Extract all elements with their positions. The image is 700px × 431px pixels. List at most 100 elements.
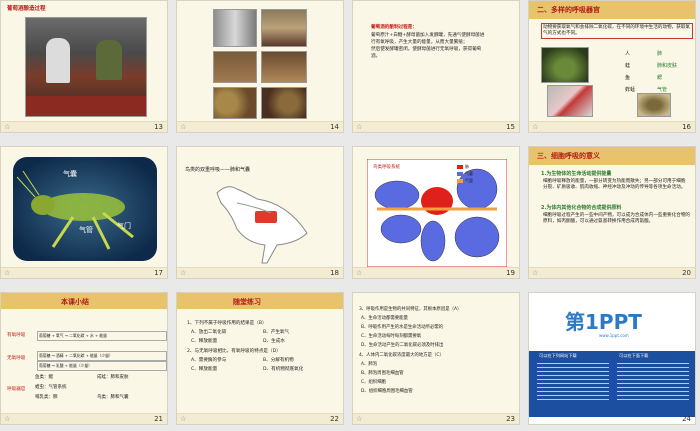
winery-photo-3 [213,51,257,83]
slide-number: 21 [154,415,163,423]
slide-number: 24 [682,415,691,423]
question-3: 3、呼吸作用是生物的共同特征，其根本原因是（A） [359,307,462,312]
option-2c: C、释放能量 [191,367,218,372]
text-line: 行有氧呼吸，产生大量的能量，从而大量繁殖； [371,40,468,45]
winery-photo-5 [213,87,257,119]
slide-number: 20 [682,269,691,277]
organ-name-4: 气管 [657,87,668,93]
slide-thumbnail-18[interactable]: 鸟类的双重呼吸——肺和气囊 ☆ 18 [176,146,344,279]
equation-anaerobic-2: 葡萄糖 → 乳酸 + 能量（少量） [37,361,167,372]
equation-aerobic: 葡萄糖 + 氧气 → 二氧化碳 + 水 + 能量 [37,331,167,342]
slide-star-icon: ☆ [180,269,187,277]
label-trachea: 气管 [79,226,93,234]
logo-url: www.1ppt.com [599,333,629,338]
legend-lung: 肺 [465,164,469,169]
organ-locust: 蝗虫：气管系统 [35,385,67,390]
slide-thumbnail-14[interactable]: ☆ 14 [176,0,344,133]
slide-title: 葡萄酒的酿制过程是： [371,25,417,30]
organ-mammal: 哺乳类：肺 [35,395,58,400]
option-3b: B、呼吸作用产生的水是生命活动所必需的 [361,325,444,330]
slide-star-icon: ☆ [356,269,363,277]
organ-animal-2: 蛙 [625,63,631,69]
slide-header-bar: 本课小结 [1,293,167,309]
organ-animal-3: 鱼 [625,75,631,81]
organ-animal-1: 人 [625,51,631,57]
slide-header-bar: 三、细胞呼吸的意义 [529,147,695,165]
slide-thumbnail-17[interactable]: 气囊 气管 气门 ☆ 17 [0,146,168,279]
slide-thumbnail-23[interactable]: 3、呼吸作用是生物的共同特征，其根本原因是（A） A、生命活动都需要能量 B、呼… [352,292,520,425]
slide-title: 随堂练习 [233,298,261,306]
summary-row-label-1: 有氧呼吸 [7,333,26,338]
slide-star-icon: ☆ [180,415,187,423]
slide-number: 14 [330,123,339,131]
slide-number: 13 [154,123,163,131]
intro-text: 动物要获取氧气和会排除二氧化碳，在不同的环境中生活的动物，获取氧气的方式也不同。 [541,23,693,40]
slide-number: 15 [506,123,515,131]
summary-row-label-3: 呼吸器官 [7,387,26,392]
slide-sorter-grid: 葡萄酒酿造过程 ☆ 13 ☆ 14 葡萄酒的酿制过程是： 葡萄原汁+白糖+酵母菌… [0,0,700,431]
slide-title: 葡萄酒酿造过程 [7,6,46,12]
question-2: 2、与无氧呼吸相比，有氧呼吸的特点是（D） [187,349,281,354]
slide-star-icon: ☆ [532,123,539,131]
winery-photo-2 [261,9,307,47]
text-line: 然后使发酵罐密闭，使酵母菌进行无氧呼吸，获得葡萄 [371,47,482,52]
slide-title: 三、细胞呼吸的意义 [537,152,600,160]
option-4c: C、组织细胞 [361,380,387,385]
slide-header-bar: 二、多样的呼吸器官 [529,1,695,19]
slide-thumbnail-19[interactable]: 鸟类呼吸系统 肺 气囊 气管 ☆ 19 [352,146,520,279]
label-air-sac: 气囊 [63,170,77,178]
question-4: 4、人体内二氧化碳浓度最大的地方是（C） [359,353,444,358]
bird-respiratory-diagram [367,159,507,267]
slide-thumbnail-24[interactable]: 第1PPT www.1ppt.com 可以在下列网站下载 可以在下面下载 24 [528,292,696,425]
text-line: 葡萄原汁+白糖+酵母菌加入发酵罐，先通气使酵母菌进 [371,33,485,38]
logo-text: 第1PPT [565,310,642,334]
organ-animal-4: 蚱蜢 [625,87,636,93]
section-paragraph-2: 细胞呼吸过程产生的一些中间产物，可以成为合成体内一些重要化合物的原料，如丙酮酸，… [543,213,691,225]
option-4d: D、组织细胞周围毛细血管 [361,389,413,394]
grasshopper-icon [16,170,134,250]
organ-bird: 鸟类：肺和气囊 [97,395,129,400]
slide-star-icon: ☆ [180,123,187,131]
banner-col2-title: 可以在下面下载 [619,353,649,358]
organ-name-2: 肺和皮肤 [657,63,678,69]
slide-number: 18 [330,269,339,277]
grasshopper-diagram [13,157,157,261]
summary-row-label-2: 无氧呼吸 [7,356,26,361]
option-2b: B、分解有机物 [263,358,294,363]
option-2a: A、需要酶的参与 [191,358,227,363]
banner-col1-title: 可以在下列网站下载 [539,353,577,358]
slide-number: 16 [682,123,691,131]
slide-thumbnail-13[interactable]: 葡萄酒酿造过程 ☆ 13 [0,0,168,133]
slide-star-icon: ☆ [4,269,11,277]
frog-photo [541,47,589,83]
slide-thumbnail-15[interactable]: 葡萄酒的酿制过程是： 葡萄原汁+白糖+酵母菌加入发酵罐，先通气使酵母菌进 行有氧… [352,0,520,133]
question-1: 1、下列不属于呼吸作用的结果是（B） [187,321,267,326]
text-line: 酒。 [371,54,381,59]
option-3d: D、生命活动产生的二氧化碳必须及时排出 [361,343,444,348]
slide-number: 17 [154,269,163,277]
slide-thumbnail-16[interactable]: 二、多样的呼吸器官 动物要获取氧气和会排除二氧化碳，在不同的环境中生活的动物，获… [528,0,696,133]
organ-fish: 鱼类：鳃 [35,375,53,380]
slide-header-bar: 随堂练习 [177,293,343,309]
option-1b: B、产生氧气 [263,330,290,335]
pigeon-diagram [216,186,308,264]
slide-thumbnail-22[interactable]: 随堂练习 1、下列不属于呼吸作用的结果是（B） A、放出二氧化碳 B、产生氧气 … [176,292,344,425]
winery-photo-1 [213,9,257,47]
slide-title: 二、多样的呼吸器官 [537,6,600,14]
grasshopper-photo [637,93,671,117]
slide-number: 19 [506,269,515,277]
label-spiracle: 气门 [117,222,131,230]
diagram-title: 鸟类呼吸系统 [373,165,400,170]
organ-frog: 成蛙：肺和皮肤 [97,375,129,380]
legend-air-sac: 气囊 [465,171,473,176]
slide-star-icon: ☆ [4,415,11,423]
slide-number: 22 [330,415,339,423]
slide-star-icon: ☆ [4,123,11,131]
slide-thumbnail-21[interactable]: 本课小结 有氧呼吸 无氧呼吸 呼吸器官 葡萄糖 + 氧气 → 二氧化碳 + 水 … [0,292,168,425]
footer-banner: 可以在下列网站下载 可以在下面下载 [529,351,695,417]
section-heading-1: 1.为生物体的生命活动提供能量 [541,171,612,177]
slide-star-icon: ☆ [356,415,363,423]
slide-thumbnail-20[interactable]: 三、细胞呼吸的意义 1.为生物体的生命活动提供能量 细胞呼吸释放的能量，一部分转… [528,146,696,279]
option-4a: A、肺泡 [361,362,378,367]
option-1a: A、放出二氧化碳 [191,330,227,335]
